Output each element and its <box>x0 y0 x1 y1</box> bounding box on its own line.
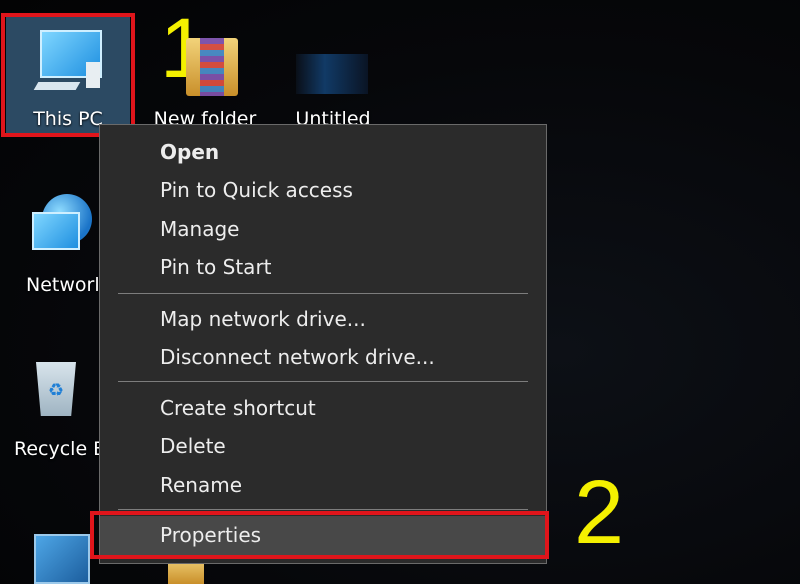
recycle-bin-label: Recycle B <box>14 438 107 460</box>
control-panel-icon <box>34 534 90 584</box>
menu-item-disconnect-network-drive[interactable]: Disconnect network drive... <box>100 338 546 376</box>
menu-item-label: Rename <box>160 473 243 497</box>
menu-item-label: Map network drive... <box>160 307 366 331</box>
menu-item-pin-to-start[interactable]: Pin to Start <box>100 248 546 286</box>
network-icon-tile[interactable]: Networl <box>2 188 112 298</box>
recycle-bin-icon-tile[interactable]: ♻ Recycle B <box>0 352 110 472</box>
menu-item-open[interactable]: Open <box>100 133 546 171</box>
archive-folder-icon <box>186 38 238 96</box>
menu-item-create-shortcut[interactable]: Create shortcut <box>100 389 546 427</box>
control-panel-icon-tile[interactable] <box>34 530 94 584</box>
context-menu: Open Pin to Quick access Manage Pin to S… <box>99 124 547 564</box>
menu-item-label: Disconnect network drive... <box>160 345 435 369</box>
menu-item-label: Pin to Quick access <box>160 178 353 202</box>
menu-item-map-network-drive[interactable]: Map network drive... <box>100 300 546 338</box>
menu-item-pin-to-quick-access[interactable]: Pin to Quick access <box>100 171 546 209</box>
untitled-icon-tile[interactable]: Untitled <box>288 40 378 130</box>
recycle-symbol-icon: ♻ <box>48 380 65 401</box>
menu-item-delete[interactable]: Delete <box>100 427 546 465</box>
menu-item-manage[interactable]: Manage <box>100 210 546 248</box>
menu-item-label: Open <box>160 140 220 164</box>
menu-item-rename[interactable]: Rename <box>100 466 546 504</box>
menu-separator <box>118 381 528 382</box>
menu-item-label: Pin to Start <box>160 255 272 279</box>
menu-item-label: Delete <box>160 434 226 458</box>
network-monitor-icon <box>32 212 80 250</box>
new-folder-icon-tile[interactable]: New folder <box>150 30 260 130</box>
menu-separator <box>118 293 528 294</box>
step-2-number: 2 <box>574 463 625 563</box>
step-1-highlight-box <box>1 13 135 137</box>
menu-item-label: Manage <box>160 217 240 241</box>
menu-separator <box>118 509 528 510</box>
image-thumbnail-icon <box>296 54 368 94</box>
menu-item-label: Create shortcut <box>160 396 316 420</box>
step-2-highlight-box <box>90 511 549 559</box>
